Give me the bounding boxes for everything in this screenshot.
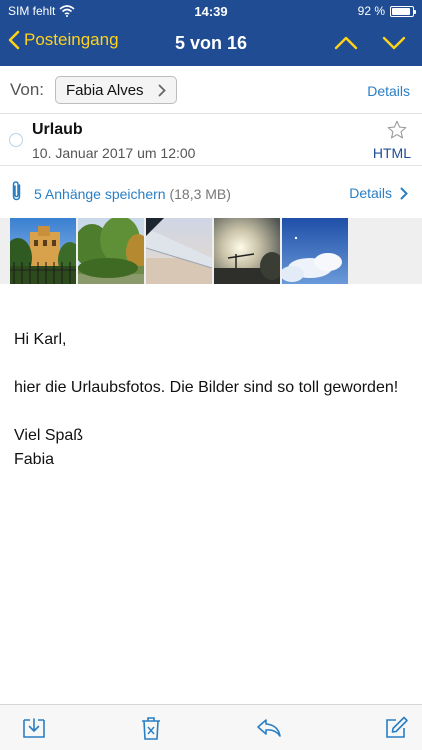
reply-icon[interactable] xyxy=(256,715,282,741)
header-details-link[interactable]: Details xyxy=(367,83,410,99)
greeting: Hi Karl, xyxy=(14,331,67,348)
compose-icon[interactable] xyxy=(383,715,409,741)
read-status-icon[interactable] xyxy=(9,133,23,147)
next-message-button[interactable] xyxy=(380,31,408,55)
trash-icon[interactable] xyxy=(138,715,164,741)
attachments-size: (18,3 MB) xyxy=(169,186,231,202)
message-body: Hi Karl, hier die Urlaubsfotos. Die Bild… xyxy=(0,284,422,472)
html-view-toggle[interactable]: HTML xyxy=(373,145,411,161)
attachment-thumbnails xyxy=(0,218,422,284)
message-line: hier die Urlaubsfotos. Die Bilder sind s… xyxy=(14,379,399,396)
thumbnail-sunset-crane[interactable] xyxy=(214,218,280,284)
thumbnail-blue-sky[interactable] xyxy=(282,218,348,284)
battery-label: 92 % xyxy=(357,4,385,18)
attachments-row: 5 Anhänge speichern (18,3 MB) Details xyxy=(0,166,422,218)
status-bar: SIM fehlt 14:39 92 % xyxy=(0,0,422,22)
archive-icon[interactable] xyxy=(21,715,47,741)
chevron-down-icon xyxy=(382,36,406,50)
save-attachments-link[interactable]: 5 Anhänge speichern (18,3 MB) xyxy=(34,186,231,202)
battery: 92 % xyxy=(357,4,416,18)
save-attachments-label: 5 Anhänge speichern xyxy=(34,186,166,202)
sender-row: Von: Fabia Alves Details xyxy=(0,66,422,114)
bottom-toolbar xyxy=(0,704,422,750)
message-navigation xyxy=(332,31,408,55)
subject-row: Urlaub 10. Januar 2017 um 12:00 HTML xyxy=(0,114,422,166)
top-bar: SIM fehlt 14:39 92 % Posteingang 5 von 1… xyxy=(0,0,422,66)
subject: Urlaub xyxy=(32,121,83,138)
battery-icon xyxy=(390,5,416,17)
attachments-details-label: Details xyxy=(349,185,392,201)
battery-fill xyxy=(392,7,411,15)
sender-name: Fabia Alves xyxy=(66,81,144,99)
closing: Viel Spaß xyxy=(14,427,84,444)
star-icon[interactable] xyxy=(386,119,408,141)
thumbnail-villa[interactable] xyxy=(10,218,76,284)
nav-bar: Posteingang 5 von 16 xyxy=(0,22,422,66)
thumbnail-trees[interactable] xyxy=(78,218,144,284)
attachments-details-link[interactable]: Details xyxy=(349,185,408,201)
signature: Fabia xyxy=(14,451,55,468)
previous-message-button[interactable] xyxy=(332,31,360,55)
date: 10. Januar 2017 um 12:00 xyxy=(32,145,196,161)
from-label: Von: xyxy=(10,80,45,99)
chevron-up-icon xyxy=(334,36,358,50)
chevron-right-icon xyxy=(158,84,166,96)
chevron-right-icon xyxy=(400,187,408,199)
sender-chip[interactable]: Fabia Alves xyxy=(55,76,177,104)
paperclip-icon xyxy=(12,181,21,201)
thumbnail-airplane-wing[interactable] xyxy=(146,218,212,284)
